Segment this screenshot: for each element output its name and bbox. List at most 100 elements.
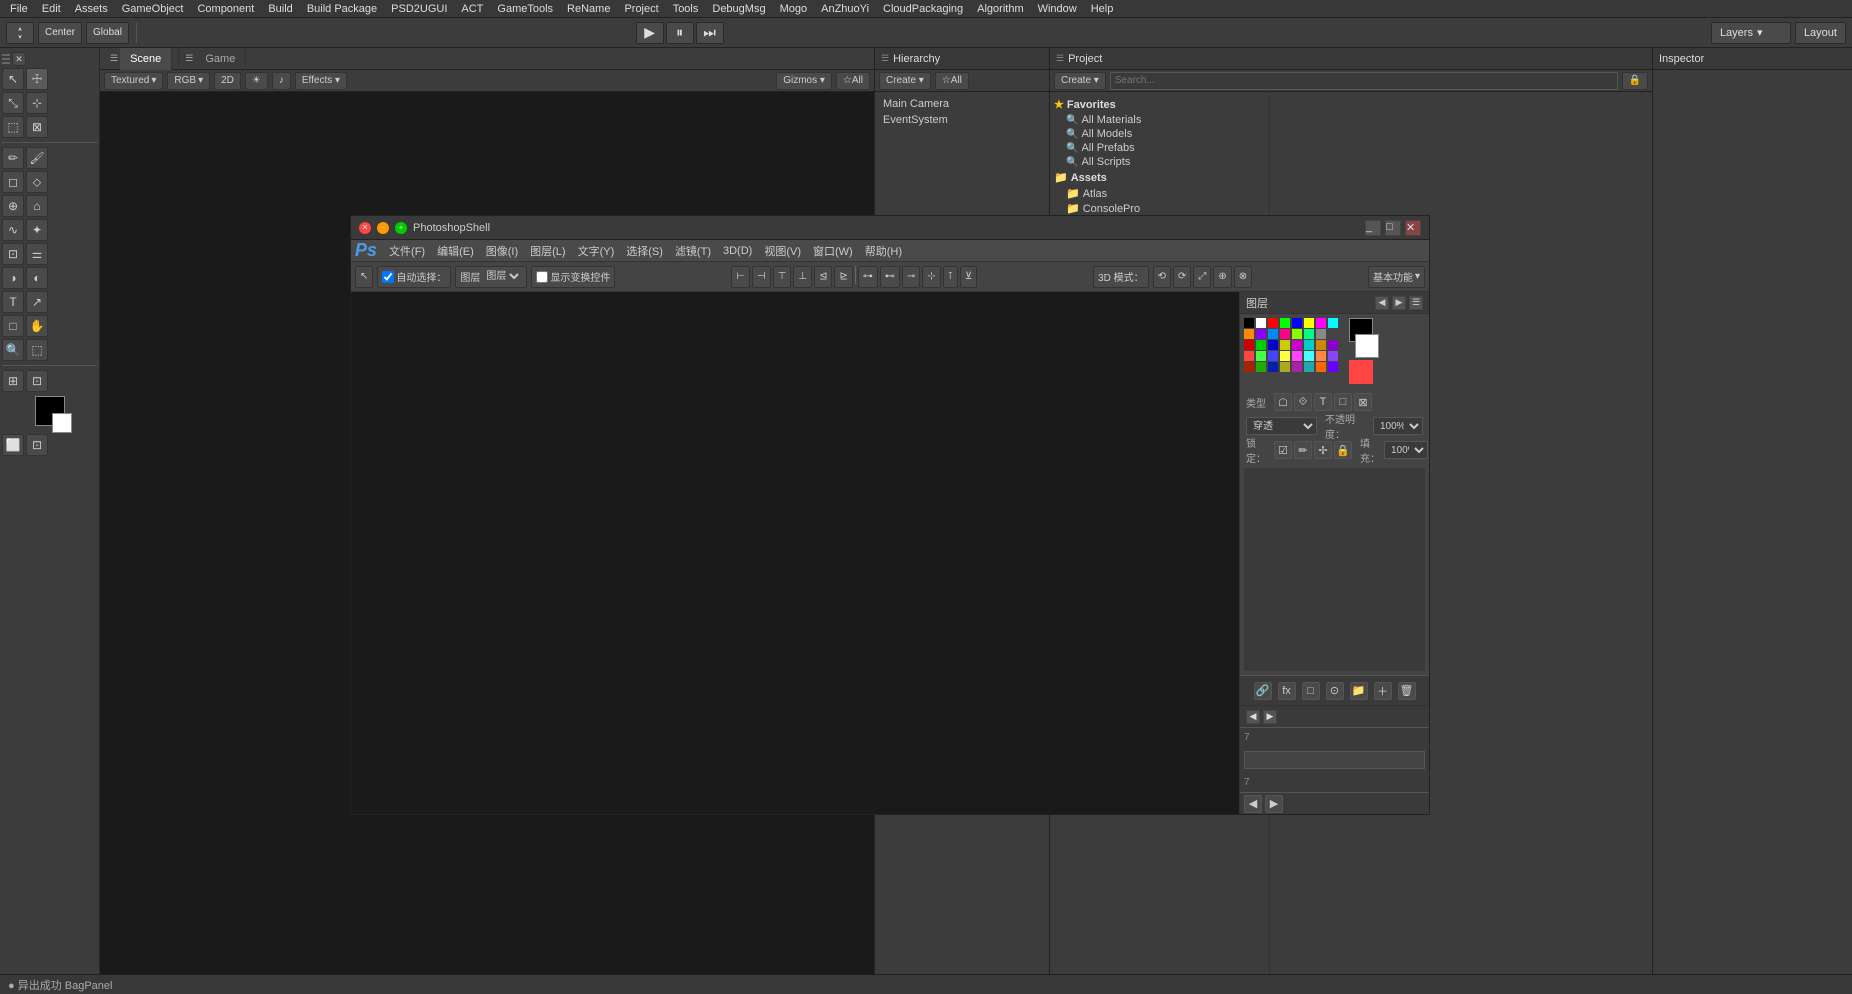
tool-extra[interactable]: ⬚ — [26, 339, 48, 361]
scene-sound-btn[interactable]: ♪ — [272, 72, 291, 90]
toolbar-rotation-global[interactable]: Global — [86, 22, 129, 44]
ps-lock-transparent[interactable]: ☑ — [1274, 441, 1292, 459]
menu-build[interactable]: Build — [262, 2, 298, 16]
color-swatch-38[interactable] — [1316, 362, 1326, 372]
tool-pen2[interactable]: ✋ — [26, 315, 48, 337]
tool-extra3[interactable]: ⊡ — [26, 370, 48, 392]
ps-menu-3d[interactable]: 3D(D) — [717, 244, 758, 258]
ps-show-transform[interactable]: 显示变换控件 — [531, 266, 615, 288]
tool-rect[interactable]: ⬚ — [2, 116, 24, 138]
tool-text[interactable]: T — [2, 291, 24, 313]
menu-file[interactable]: File — [4, 2, 34, 16]
menu-mogo[interactable]: Mogo — [774, 2, 814, 16]
ps-layers-expand[interactable]: ▶ — [1392, 296, 1406, 310]
color-swatch-8[interactable] — [1244, 329, 1254, 339]
menu-debugmsg[interactable]: DebugMsg — [706, 2, 771, 16]
ps-blend-mode-select[interactable]: 穿透 — [1246, 417, 1317, 435]
ps-dist-top[interactable]: ⊶ — [858, 266, 878, 288]
color-swatch-28[interactable] — [1292, 351, 1302, 361]
all-btn[interactable]: ☆All — [836, 72, 870, 90]
ps-show-transform-checkbox[interactable] — [536, 271, 548, 283]
color-swatch-5[interactable] — [1304, 318, 1314, 328]
menu-project[interactable]: Project — [618, 2, 664, 16]
tool-brush[interactable]: 🖌 — [26, 147, 48, 169]
ps-layers-menu[interactable]: ☰ — [1409, 296, 1423, 310]
ps-dist-center-h[interactable]: ⊷ — [880, 266, 900, 288]
ps-menu-window[interactable]: 窗口(W) — [807, 242, 859, 260]
color-swatch-16[interactable] — [1244, 340, 1254, 350]
tab-scene[interactable]: Scene — [120, 48, 172, 70]
ps-menu-help[interactable]: 帮助(H) — [859, 242, 908, 260]
color-swatch-30[interactable] — [1316, 351, 1326, 361]
step-button[interactable]: ⏭ — [696, 22, 724, 44]
ps-dist-right[interactable]: ⊻ — [960, 266, 977, 288]
toolbar-move-tool[interactable] — [6, 22, 34, 44]
tool-scale[interactable]: ⊹ — [26, 92, 48, 114]
color-swatch-15[interactable] — [1328, 329, 1338, 339]
ps-align-top[interactable]: ⊥ — [793, 266, 812, 288]
color-swatch-1[interactable] — [1256, 318, 1266, 328]
tool-hand[interactable]: ☩ — [26, 68, 48, 90]
color-swatch-29[interactable] — [1304, 351, 1314, 361]
tool-shape[interactable]: □ — [2, 315, 24, 337]
tool-fill[interactable]: ⬦ — [26, 171, 48, 193]
hierarchy-create-btn[interactable]: Create ▾ — [879, 72, 931, 90]
ps-btn-link[interactable]: 🔗 — [1254, 682, 1272, 700]
ps-kind-pixel[interactable]: ☖ — [1274, 393, 1292, 411]
ps-align-center-v[interactable]: ⊴ — [814, 266, 832, 288]
menu-algorithm[interactable]: Algorithm — [971, 2, 1029, 16]
ps-3d-tool5[interactable]: ⊗ — [1234, 266, 1252, 288]
ps-minimize-btn[interactable]: − — [377, 222, 389, 234]
ps-kind-smart[interactable]: ⊠ — [1354, 393, 1372, 411]
tool-path-select[interactable]: ↗ — [26, 291, 48, 313]
layers-dropdown[interactable]: Layers ▾ — [1711, 22, 1791, 44]
menu-gameobject[interactable]: GameObject — [116, 2, 190, 16]
color-swatch-37[interactable] — [1304, 362, 1314, 372]
ps-kind-text[interactable]: T — [1314, 393, 1332, 411]
ps-auto-select[interactable]: 自动选择： — [377, 266, 451, 288]
menu-cloudpackaging[interactable]: CloudPackaging — [877, 2, 969, 16]
ps-3d-tool4[interactable]: ⊕ — [1213, 266, 1231, 288]
ps-background-color[interactable] — [1355, 334, 1379, 358]
ps-layer-dropdown[interactable]: 图层 图层 — [455, 266, 527, 288]
tool-rotate[interactable]: ⤡ — [2, 92, 24, 114]
ps-maximize-btn[interactable]: + — [395, 222, 407, 234]
ps-align-right[interactable]: ⊤ — [773, 266, 792, 288]
ps-kind-shape[interactable]: □ — [1334, 393, 1352, 411]
color-swatch-13[interactable] — [1304, 329, 1314, 339]
ps-close-btn[interactable]: ✕ — [359, 222, 371, 234]
tool-pen[interactable]: ✏ — [2, 147, 24, 169]
color-swatch-27[interactable] — [1280, 351, 1290, 361]
ps-move-tool[interactable]: ↖ — [355, 266, 373, 288]
tab-game[interactable]: Game — [195, 48, 246, 70]
color-swatch-9[interactable] — [1256, 329, 1266, 339]
color-swatch-24[interactable] — [1244, 351, 1254, 361]
ps-lower-collapse[interactable]: ◀ — [1246, 710, 1260, 724]
ps-fill-select[interactable]: 100% — [1384, 441, 1428, 459]
tool-lasso[interactable]: ∿ — [2, 219, 24, 241]
color-swatch-33[interactable] — [1256, 362, 1266, 372]
tool-extra2[interactable]: ⊞ — [2, 370, 24, 392]
ps-menu-edit[interactable]: 编辑(E) — [431, 242, 480, 260]
menu-rename[interactable]: ReName — [561, 2, 616, 16]
ps-btn-fx[interactable]: fx — [1278, 682, 1296, 700]
color-swatch-22[interactable] — [1316, 340, 1326, 350]
tool-burn[interactable]: ◐ — [26, 267, 48, 289]
color-swatch-25[interactable] — [1256, 351, 1266, 361]
gizmos-btn[interactable]: Gizmos ▾ — [776, 72, 832, 90]
color-swatch-11[interactable] — [1280, 329, 1290, 339]
tool-magic[interactable]: ✦ — [26, 219, 48, 241]
ps-lower-expand[interactable]: ▶ — [1263, 710, 1277, 724]
play-button[interactable]: ▶ — [636, 22, 664, 44]
ps-menu-file[interactable]: 文件(F) — [383, 242, 431, 260]
color-swatch-23[interactable] — [1328, 340, 1338, 350]
menu-component[interactable]: Component — [191, 2, 260, 16]
tool-close[interactable]: ✕ — [12, 52, 26, 66]
asset-atlas[interactable]: 📁 Atlas — [1066, 186, 1265, 201]
ps-dist-center-v[interactable]: ⊺ — [943, 266, 958, 288]
ps-menu-select[interactable]: 选择(S) — [620, 242, 669, 260]
color-swatch-32[interactable] — [1244, 362, 1254, 372]
scene-2d-btn[interactable]: 2D — [214, 72, 241, 90]
menu-build-package[interactable]: Build Package — [301, 2, 383, 16]
color-swatch-19[interactable] — [1280, 340, 1290, 350]
